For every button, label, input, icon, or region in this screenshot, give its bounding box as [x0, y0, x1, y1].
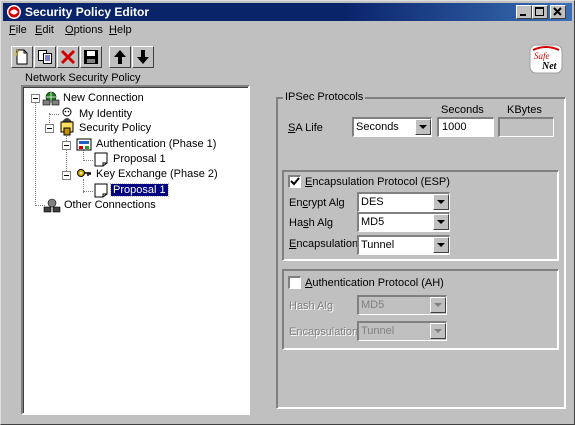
copy-icon	[38, 50, 52, 64]
chevron-down-icon[interactable]	[433, 194, 449, 210]
chevron-down-icon[interactable]	[433, 214, 449, 230]
chevron-down-icon[interactable]	[430, 323, 446, 339]
app-icon	[7, 5, 21, 19]
menu-help[interactable]: Help	[109, 24, 132, 36]
esp-hash-alg-select[interactable]: MD5	[357, 212, 450, 232]
ah-encapsulation-label: Encapsulation	[289, 326, 359, 338]
sa-life-units-select[interactable]: Seconds	[352, 117, 432, 137]
security-policy-icon	[60, 121, 74, 136]
collapse-toggle[interactable]	[31, 94, 40, 103]
collapse-toggle[interactable]	[62, 141, 71, 150]
safenet-logo: Safe Net	[529, 44, 563, 74]
proposal-icon	[94, 183, 108, 198]
proposal-icon	[94, 152, 108, 167]
close-icon	[553, 7, 562, 16]
maximize-icon	[535, 7, 544, 16]
sa-life-label: SA Life	[288, 122, 323, 134]
tree-connector	[83, 191, 93, 192]
title-bar[interactable]: Security Policy Editor	[3, 3, 572, 21]
move-up-icon	[114, 50, 126, 64]
menu-file[interactable]: File	[9, 24, 27, 36]
seconds-header: Seconds	[441, 104, 484, 116]
esp-label[interactable]: Encapsulation Protocol (ESP)	[305, 176, 450, 188]
tree-connector	[35, 101, 36, 206]
chevron-down-icon[interactable]	[430, 297, 446, 313]
esp-encapsulation-select[interactable]: Tunnel	[357, 235, 450, 255]
chevron-down-icon[interactable]	[415, 119, 431, 135]
save-button[interactable]	[80, 46, 102, 68]
kbytes-header: KBytes	[507, 104, 542, 116]
other-connections-icon	[43, 198, 61, 213]
delete-icon	[60, 49, 76, 65]
tree-connector	[49, 114, 59, 115]
authentication-icon	[76, 138, 92, 151]
ah-label[interactable]: Authentication Protocol (AH)	[305, 277, 444, 289]
esp-encrypt-alg-select[interactable]: DES	[357, 192, 450, 212]
move-down-button[interactable]	[132, 46, 154, 68]
identity-icon	[62, 107, 72, 122]
ah-encapsulation-select[interactable]: Tunnel	[357, 321, 447, 341]
move-down-icon	[137, 50, 149, 64]
ah-hash-alg-label: Hash Alg	[289, 300, 334, 312]
sa-life-kbytes-input[interactable]	[498, 117, 554, 137]
svg-text:Net: Net	[541, 61, 558, 72]
copy-button[interactable]	[34, 46, 56, 68]
chevron-down-icon[interactable]	[433, 237, 449, 253]
ah-hash-alg-select[interactable]: MD5	[357, 295, 447, 315]
esp-encrypt-alg-label: Encrypt Alg	[289, 197, 345, 209]
esp-hash-alg-label: Hash Alg	[289, 217, 334, 229]
sa-life-seconds-input[interactable]: 1000	[437, 117, 494, 137]
ipsec-protocols-title: IPSec Protocols	[283, 91, 366, 103]
esp-checkbox[interactable]	[288, 175, 301, 188]
menu-bar: File Edit Options Help	[3, 22, 572, 40]
maximize-button[interactable]	[532, 5, 548, 19]
new-connection-icon	[14, 49, 28, 65]
tree-connector	[66, 131, 67, 175]
move-up-button[interactable]	[109, 46, 131, 68]
network-security-policy-label: Network Security Policy	[25, 72, 141, 84]
collapse-toggle[interactable]	[45, 124, 54, 133]
close-button[interactable]	[550, 5, 566, 19]
key-exchange-icon	[77, 169, 91, 177]
delete-button[interactable]	[57, 46, 79, 68]
new-connection-button[interactable]	[11, 46, 33, 68]
esp-encapsulation-label: Encapsulation	[289, 238, 359, 250]
checkmark-icon	[290, 177, 300, 186]
menu-edit[interactable]: Edit	[35, 24, 54, 36]
security-policy-editor-window: Security Policy Editor File Edit Options…	[0, 0, 575, 425]
tree-connector	[83, 160, 93, 161]
policy-tree[interactable]: New Connection My Identity Security Poli…	[21, 85, 250, 415]
save-icon	[84, 50, 98, 64]
connection-icon	[42, 91, 60, 106]
collapse-toggle[interactable]	[62, 171, 71, 180]
ah-checkbox[interactable]	[288, 276, 301, 289]
minimize-button[interactable]	[516, 5, 532, 19]
svg-text:Safe: Safe	[534, 51, 550, 61]
window-title: Security Policy Editor	[25, 5, 150, 19]
minimize-icon	[520, 14, 526, 16]
menu-options[interactable]: Options	[65, 24, 103, 36]
